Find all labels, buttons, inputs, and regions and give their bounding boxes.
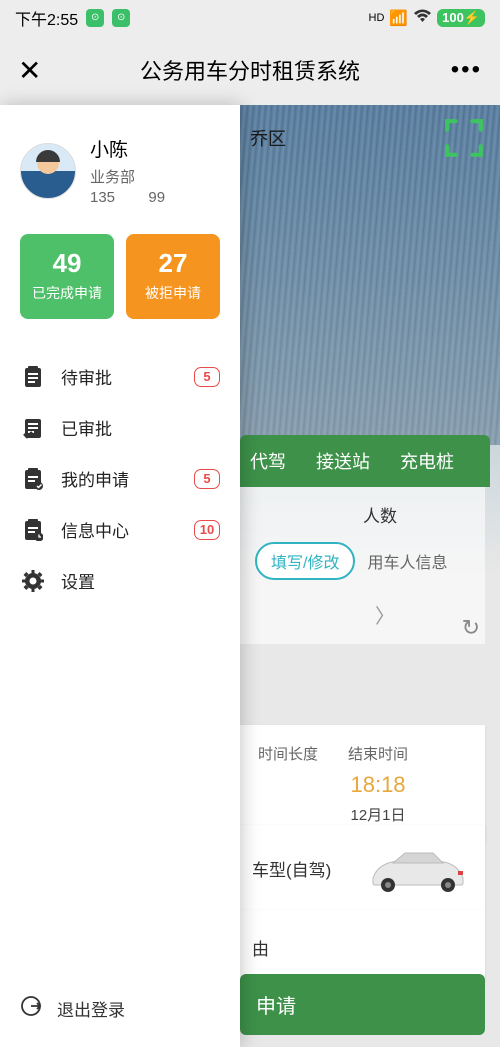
stat-cards: 49 已完成申请 27 被拒申请: [20, 234, 220, 319]
menu-info-label: 信息中心: [61, 517, 129, 542]
clipboard-user-icon: [20, 468, 46, 490]
pending-badge: 5: [194, 367, 220, 387]
completed-label: 已完成申请: [26, 283, 108, 303]
menu-settings-label: 设置: [61, 568, 95, 593]
close-icon[interactable]: ✕: [18, 54, 41, 87]
rejected-card[interactable]: 27 被拒申请: [126, 234, 220, 319]
sidebar-menu: 待审批 5 已审批 我的申请 5 信息中心 10 设置: [20, 354, 220, 603]
status-icon-2: ⊙: [112, 9, 130, 27]
people-label: 人数: [363, 502, 397, 527]
sidebar-drawer: 小陈 业务部 135 99 49 已完成申请 27 被拒申请 待审批 5 已审批…: [0, 105, 240, 1047]
user-name: 小陈: [90, 135, 165, 162]
title-bar: ✕ 公务用车分时租赁系统 •••: [0, 35, 500, 105]
hd-icon: HD: [369, 12, 385, 24]
scan-icon[interactable]: [443, 117, 485, 159]
user-info-text: 用车人信息: [367, 549, 447, 573]
end-date: 12月1日: [348, 804, 408, 825]
info-badge: 10: [194, 520, 220, 540]
status-bar: 下午2:55 ⊙ ⊙ HD 📶 100⚡: [0, 0, 500, 35]
tab-charge[interactable]: 充电桩: [400, 448, 454, 474]
service-tabs: 代驾 接送站 充电桩: [240, 435, 490, 487]
menu-info-center[interactable]: 信息中心 10: [20, 507, 220, 552]
menu-my-apply-label: 我的申请: [61, 466, 129, 491]
page-title: 公务用车分时租赁系统: [140, 54, 360, 86]
duration-label: 时间长度: [258, 743, 318, 764]
completed-card[interactable]: 49 已完成申请: [20, 234, 114, 319]
menu-my-apply[interactable]: 我的申请 5: [20, 456, 220, 501]
fill-edit-button[interactable]: 填写/修改: [255, 542, 355, 580]
tab-daijia[interactable]: 代驾: [250, 448, 286, 474]
clipboard-clock-icon: [20, 519, 46, 541]
avatar[interactable]: [20, 143, 76, 199]
refresh-icon[interactable]: ↻: [462, 615, 480, 641]
chevron-right-icon[interactable]: 〉: [375, 600, 470, 629]
menu-pending-label: 待审批: [61, 364, 112, 389]
clock-text: 下午2:55: [15, 6, 78, 30]
menu-approved-label: 已审批: [61, 415, 112, 440]
clipboard-icon: [20, 366, 46, 388]
gear-icon: [20, 570, 46, 592]
status-icon-1: ⊙: [86, 9, 104, 27]
document-check-icon: [20, 417, 46, 439]
car-type-label: 车型(自驾): [252, 856, 331, 881]
user-dept: 业务部: [90, 166, 165, 187]
apply-button[interactable]: 申请: [240, 974, 485, 1035]
logout-button[interactable]: 退出登录: [20, 995, 125, 1022]
end-time: 18:18: [348, 772, 408, 798]
wifi-icon: [413, 9, 432, 27]
battery-icon: 100⚡: [437, 9, 485, 27]
menu-approved[interactable]: 已审批: [20, 405, 220, 450]
rejected-count: 27: [132, 248, 214, 279]
completed-count: 49: [26, 248, 108, 279]
my-apply-badge: 5: [194, 469, 220, 489]
menu-settings[interactable]: 设置: [20, 558, 220, 603]
car-image: [363, 843, 473, 893]
tab-pickup[interactable]: 接送站: [316, 448, 370, 474]
form-panel: 人数 填写/修改 用车人信息 〉 ↻: [240, 487, 485, 644]
reason-label: 由: [252, 940, 269, 959]
car-type-card[interactable]: 车型(自驾): [240, 825, 485, 911]
region-text: 乔区: [250, 125, 286, 151]
end-label: 结束时间: [348, 743, 408, 764]
user-phone: 135 99: [90, 189, 165, 206]
logout-label: 退出登录: [57, 996, 125, 1021]
logout-icon: [20, 995, 42, 1022]
profile-section: 小陈 业务部 135 99: [20, 135, 220, 206]
signal-icon: 📶: [389, 9, 408, 27]
more-icon[interactable]: •••: [451, 56, 482, 84]
rejected-label: 被拒申请: [132, 283, 214, 303]
menu-pending[interactable]: 待审批 5: [20, 354, 220, 399]
